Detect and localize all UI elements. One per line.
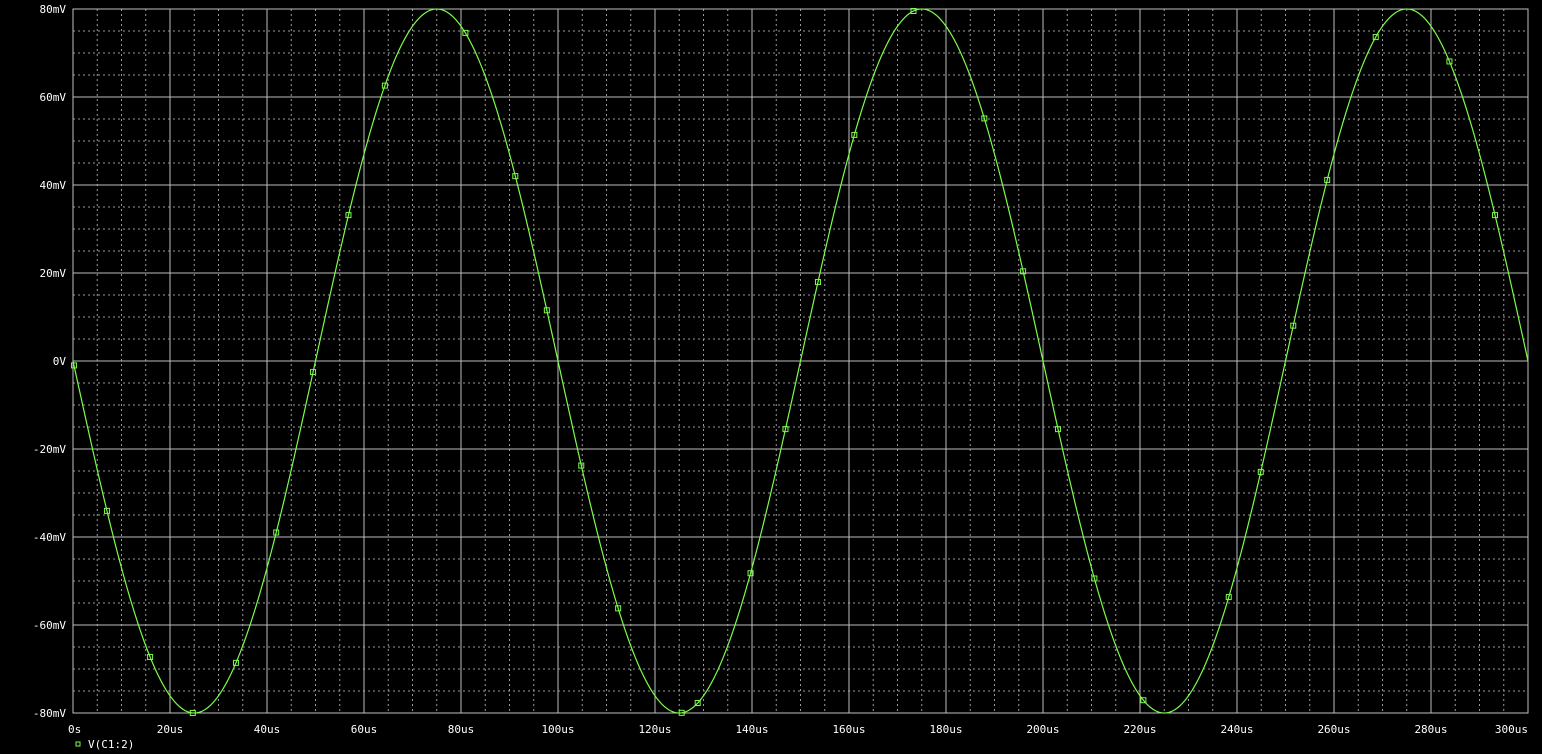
y-tick-label: -60mV	[33, 619, 66, 632]
y-tick-label: -80mV	[33, 707, 66, 720]
x-tick-label: 260us	[1317, 723, 1350, 736]
x-tick-label: 60us	[351, 723, 378, 736]
x-tick-label: 0s	[68, 723, 81, 736]
y-tick-label: -40mV	[33, 531, 66, 544]
y-tick-label: 80mV	[40, 3, 67, 16]
x-tick-label: 180us	[929, 723, 962, 736]
x-tick-label: 120us	[638, 723, 671, 736]
y-tick-label: 20mV	[40, 267, 67, 280]
legend-label: V(C1:2)	[88, 738, 134, 751]
y-tick-label: 40mV	[40, 179, 67, 192]
x-tick-label: 220us	[1123, 723, 1156, 736]
y-tick-label: 60mV	[40, 91, 67, 104]
x-tick-label: 100us	[541, 723, 574, 736]
x-tick-label: 140us	[735, 723, 768, 736]
x-tick-label: 160us	[832, 723, 865, 736]
plot-background	[0, 0, 1542, 754]
waveform-plot: 80mV 60mV 40mV 20mV 0V -20mV -40mV -60mV -80mV 0…	[0, 0, 1542, 754]
x-tick-label: 280us	[1414, 723, 1447, 736]
x-tick-label: 80us	[448, 723, 475, 736]
x-tick-label: 240us	[1220, 723, 1253, 736]
y-tick-label: -20mV	[33, 443, 66, 456]
x-tick-label: 300us	[1495, 723, 1528, 736]
x-tick-label: 20us	[157, 723, 184, 736]
x-tick-label: 200us	[1026, 723, 1059, 736]
y-tick-label: 0V	[53, 355, 67, 368]
x-tick-label: 40us	[254, 723, 281, 736]
